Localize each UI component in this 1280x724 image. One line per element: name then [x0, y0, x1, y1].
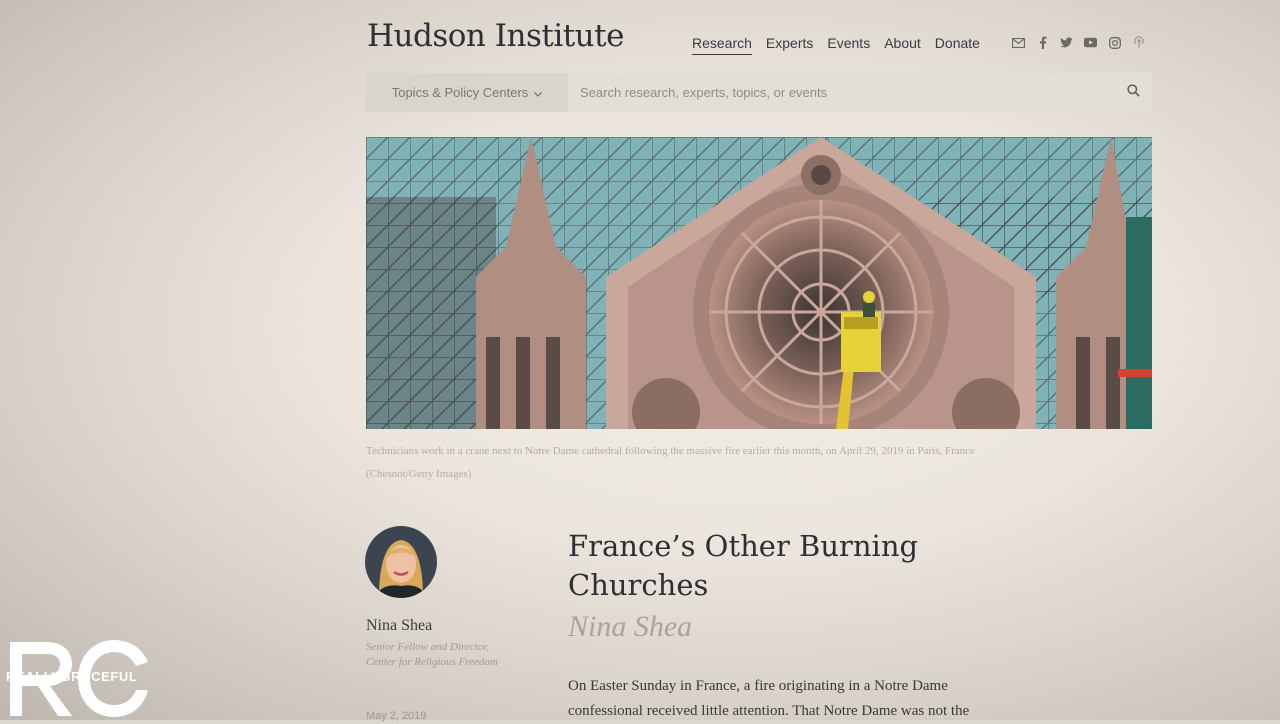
topics-dropdown[interactable]: Topics & Policy Centers: [366, 73, 568, 112]
site-logo[interactable]: Hudson Institute: [367, 18, 624, 54]
topics-label: Topics & Policy Centers: [391, 85, 529, 100]
search-input[interactable]: [568, 72, 1114, 113]
caption-text: Technicians work in a crane next to Notr…: [366, 445, 975, 457]
search-bar: Topics & Policy Centers: [366, 72, 1152, 113]
search-icon: [1126, 83, 1140, 102]
publish-date: May 2, 2019: [366, 710, 427, 722]
instagram-icon[interactable]: [1108, 36, 1121, 49]
article-byline[interactable]: Nina Shea: [568, 610, 692, 644]
author-name[interactable]: Nina Shea: [366, 617, 432, 635]
article-title-line2: Churches: [568, 568, 709, 602]
article-body-line2: confessional received little attention. …: [568, 703, 970, 719]
article-body-line1: On Easter Sunday in France, a fire origi…: [568, 678, 948, 694]
chevron-down-icon: [534, 85, 543, 100]
author-role: Senior Fellow and Director, Center for R…: [366, 640, 498, 670]
image-caption: Technicians work in a crane next to Notr…: [366, 440, 1126, 486]
twitter-icon[interactable]: [1060, 36, 1073, 49]
reallygraceful-text: REALLYGRACEFUL: [6, 669, 138, 684]
article-title: France’s Other Burning Churches: [568, 527, 988, 605]
hero-image: [366, 137, 1152, 429]
facebook-icon[interactable]: [1036, 36, 1049, 49]
mail-icon[interactable]: [1012, 36, 1025, 49]
nav-experts[interactable]: Experts: [766, 35, 813, 55]
podcast-icon[interactable]: [1132, 36, 1145, 49]
main-nav: Research Experts Events About Donate: [692, 35, 980, 55]
author-avatar[interactable]: [365, 526, 437, 598]
search-button[interactable]: [1114, 73, 1152, 112]
nav-events[interactable]: Events: [827, 35, 870, 55]
social-links: [1012, 36, 1145, 49]
youtube-icon[interactable]: [1084, 36, 1097, 49]
nav-research[interactable]: Research: [692, 35, 752, 55]
caption-credit: (Chesnot/Getty Images): [366, 468, 472, 480]
article-body: On Easter Sunday in France, a fire origi…: [568, 674, 1018, 724]
author-role-line1: Senior Fellow and Director,: [366, 641, 490, 653]
nav-about[interactable]: About: [884, 35, 921, 55]
nav-donate[interactable]: Donate: [935, 35, 980, 55]
article-title-line1: France’s Other Burning: [568, 529, 919, 563]
web-page: Hudson Institute Research Experts Events…: [0, 0, 1280, 722]
author-role-line2: Center for Religious Freedom: [366, 656, 498, 668]
